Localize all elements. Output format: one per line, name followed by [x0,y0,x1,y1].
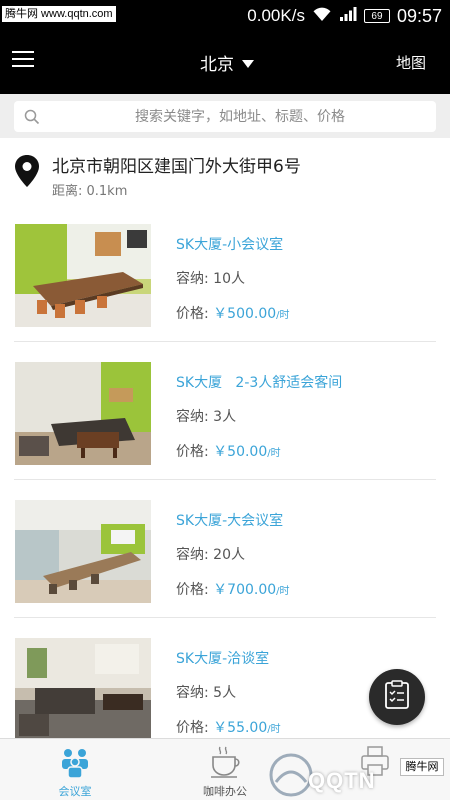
search-box [14,101,436,132]
search-bar [0,94,450,138]
price-unit: /时 [267,448,281,459]
room-photo [15,500,151,603]
caret-down-icon [242,53,254,73]
address-text: 北京市朝阳区建国门外大街甲6号 [52,157,301,177]
orders-fab[interactable] [369,669,425,725]
city-selector[interactable]: 北京 [200,50,254,75]
room-name: SK大厦-洽谈室 [176,651,270,667]
status-bar: 腾牛网 www.qqtn.com 0.00K/s 69 09:57 [0,0,450,32]
clipboard-list-icon [384,680,410,714]
distance-text: 距离: 0.1km [52,184,128,199]
room-item[interactable]: SK大厦-小会议室 容纳: 10人 价格: ￥500.00/时 [14,204,436,342]
room-name: SK大厦-小会议室 [176,237,284,253]
network-speed: 0.00K/s [247,6,305,25]
tab-meeting-room[interactable]: 会议室 [0,739,150,800]
price-unit: /时 [276,310,290,321]
price-value: ￥500.00 [213,306,277,322]
room-name: SK大厦 2-3人舒适会客间 [176,375,343,391]
price-unit: /时 [267,724,281,735]
room-name: SK大厦-大会议室 [176,513,284,529]
battery-icon: 69 [363,9,390,23]
capacity-value: 20人 [213,547,245,563]
city-label: 北京 [200,55,234,75]
capacity-value: 10人 [213,271,245,287]
coffee-cup-icon [208,745,244,783]
people-icon [58,745,92,783]
signal-icon [339,6,357,27]
room-price: 价格: ￥55.00/时 [176,720,281,736]
status-indicators: 0.00K/s 69 09:57 [247,4,442,28]
tab-label: 会议室 [58,785,92,798]
room-item[interactable]: SK大厦 2-3人舒适会客间 容纳: 3人 价格: ￥50.00/时 [14,342,436,480]
search-icon [24,109,40,129]
watermark-tengniu: 腾牛网 [400,758,444,776]
room-photo [15,224,151,327]
price-value: ￥55.00 [213,720,268,736]
wifi-icon [312,6,332,27]
watermark-logo: QQTN 腾牛网 [268,750,448,800]
room-price: 价格: ￥50.00/时 [176,444,281,460]
capacity-value: 5人 [213,685,237,701]
room-price: 价格: ￥500.00/时 [176,306,290,322]
map-button[interactable]: 地图 [396,52,426,73]
price-value: ￥700.00 [213,582,277,598]
search-input[interactable] [14,101,436,132]
watermark-qqtn: QQTN [308,768,376,793]
room-capacity: 容纳: 5人 [176,685,237,701]
hamburger-icon[interactable] [12,48,38,76]
price-unit: /时 [276,586,290,597]
current-location[interactable]: 北京市朝阳区建国门外大街甲6号 距离: 0.1km [0,140,450,204]
room-capacity: 容纳: 20人 [176,547,245,563]
room-capacity: 容纳: 10人 [176,271,245,287]
map-pin-icon [14,154,40,192]
room-capacity: 容纳: 3人 [176,409,237,425]
top-nav: 北京 地图 [0,32,450,94]
room-price: 价格: ￥700.00/时 [176,582,290,598]
price-value: ￥50.00 [213,444,268,460]
room-photo [15,638,151,741]
clock: 09:57 [396,5,442,26]
capacity-value: 3人 [213,409,237,425]
room-photo [15,362,151,465]
room-item[interactable]: SK大厦-大会议室 容纳: 20人 价格: ￥700.00/时 [14,480,436,618]
watermark-tag: 腾牛网 www.qqtn.com [2,6,116,22]
